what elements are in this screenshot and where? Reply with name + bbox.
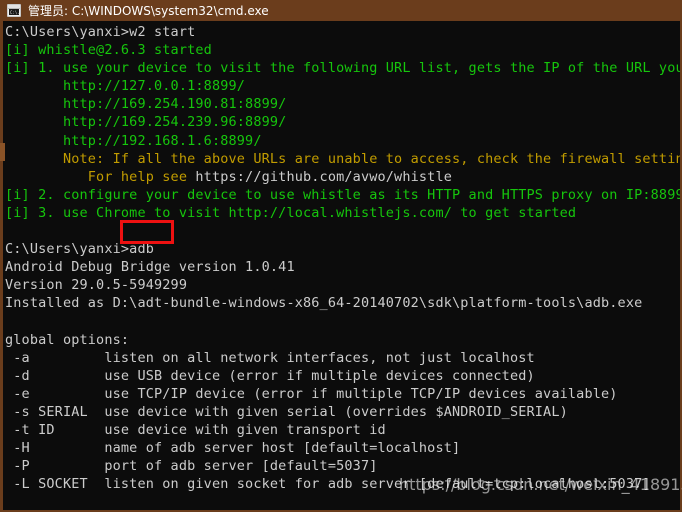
console-line: http://169.254.239.96:8899/ <box>5 114 287 131</box>
console-line: For help see https://github.com/avwo/whi… <box>5 168 680 186</box>
window-left-border <box>0 21 3 512</box>
console-line: Version 29.0.5-5949299 <box>5 277 188 294</box>
scrollbar-thumb[interactable] <box>0 143 5 161</box>
console-line: -s SERIAL use device with given serial (… <box>5 403 568 420</box>
console-line: -e use TCP/IP device (error if multiple … <box>5 385 618 402</box>
console-line: -P port of adb server [default=5037] <box>5 458 378 475</box>
console-line: global options: <box>5 331 130 348</box>
cmd-icon-screen: C:\. <box>9 9 19 15</box>
window-titlebar[interactable]: C:\. 管理员: C:\WINDOWS\system32\cmd.exe <box>0 0 682 21</box>
console-line: -L SOCKET listen on given socket for adb… <box>5 476 651 493</box>
console-line: [i] 3. use Chrome to visit http://local.… <box>5 204 577 221</box>
cmd-console-window: C:\. 管理员: C:\WINDOWS\system32\cmd.exe C:… <box>0 0 682 512</box>
console-line-segment: For help see <box>5 168 196 185</box>
console-line: Note: If all the above URLs are unable t… <box>5 150 680 167</box>
console-line: -a listen on all network interfaces, not… <box>5 349 535 366</box>
console-line: [i] 1. use your device to visit the foll… <box>5 60 680 77</box>
window-title: 管理员: C:\WINDOWS\system32\cmd.exe <box>28 3 269 18</box>
console-line: http://192.168.1.6:8899/ <box>5 132 262 149</box>
console-line: C:\Users\yanxi>adb <box>5 241 154 258</box>
console-line: Installed as D:\adt-bundle-windows-x86_6… <box>5 295 643 312</box>
cmd-icon[interactable]: C:\. <box>7 4 21 17</box>
console-line-segment-url: https://github.com/avwo/whistle <box>195 168 452 185</box>
console-line: http://127.0.0.1:8899/ <box>5 78 246 95</box>
console-output-area[interactable]: C:\Users\yanxi>w2 start [i] whistle@2.6.3… <box>3 21 680 512</box>
console-line: [i] whistle@2.6.3 started <box>5 42 212 59</box>
console-line: Android Debug Bridge version 1.0.41 <box>5 259 295 276</box>
console-line: C:\Users\yanxi>w2 start <box>5 24 196 40</box>
console-line: -H name of adb server host [default=loca… <box>5 440 461 457</box>
console-line: [i] 2. configure your device to use whis… <box>5 186 680 203</box>
console-line: http://169.254.190.81:8899/ <box>5 96 287 113</box>
console-line: -d use USB device (error if multiple dev… <box>5 367 535 384</box>
console-line: -t ID use device with given transport id <box>5 422 386 439</box>
